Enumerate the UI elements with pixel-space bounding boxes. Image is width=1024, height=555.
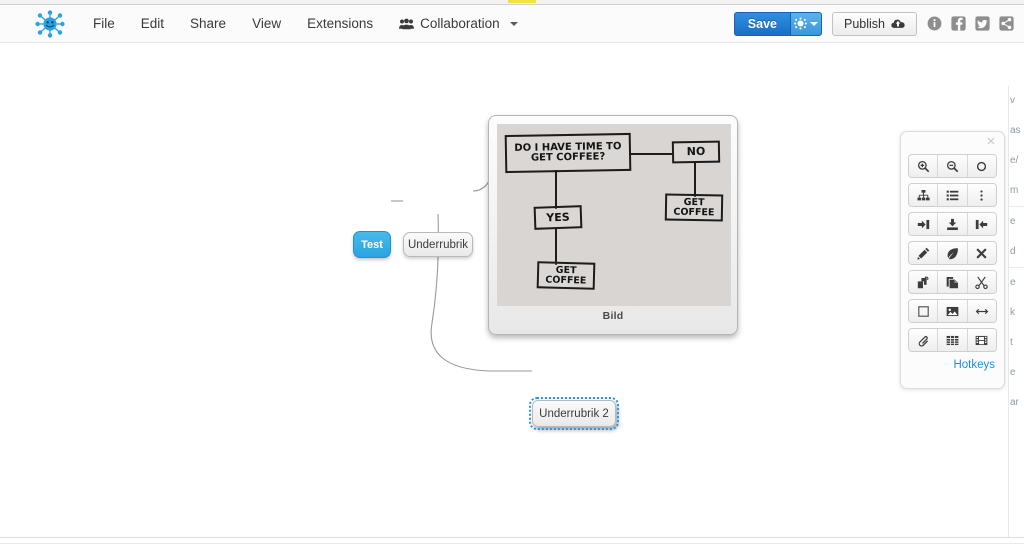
close-icon[interactable]: × [984,134,998,149]
menu-item-view[interactable]: View [239,5,294,43]
mindmap-node-underrubrik-2[interactable]: Underrubrik 2 [529,397,619,430]
flowchart-question-box: DO I HAVE TIME TO GET COFFEE? [504,132,632,174]
save-split-button: Save [733,11,822,36]
app-toolbar: File Edit Share View Extensions Collabor… [0,5,1024,43]
zoom-reset-icon[interactable] [967,155,996,177]
more-options-icon[interactable] [967,184,996,206]
relationship-arrow-icon[interactable] [967,300,996,322]
flowchart-yes-box: YES [533,205,583,230]
attachment-paperclip-icon[interactable] [909,329,939,351]
tool-row-layout [908,183,997,207]
partial-yellow-tab [508,0,536,3]
menu-item-edit[interactable]: Edit [128,5,177,43]
menu-item-collaboration[interactable]: Collaboration [386,5,531,43]
bg-fragment: t [1010,337,1013,348]
bg-fragment: d [1010,246,1016,257]
info-icon[interactable] [927,16,942,31]
menu-item-file[interactable]: File [80,5,128,43]
app-logo[interactable] [28,5,72,43]
zoom-out-icon[interactable] [938,155,968,177]
node-tools-panel: × Hotkeys [900,131,1005,389]
mindmap-canvas[interactable]: Test Underrubrik Underrubrik 2 DO I HAVE… [0,43,1024,537]
paste-icon[interactable] [938,271,968,293]
cut-scissors-icon[interactable] [967,271,996,293]
mindmap-node-underrubrik-2-wrap: Underrubrik 2 [529,397,619,430]
mindmap-node-image[interactable]: DO I HAVE TIME TO GET COFFEE? NO GET COF… [488,115,738,335]
insert-child-icon[interactable] [938,213,968,235]
list-icon[interactable] [938,184,968,206]
bg-fragment: e [1010,216,1016,227]
bg-fragment: e [1010,367,1016,378]
flowchart-yes-result-box: GET COFFEE [536,261,596,290]
tool-row-zoom [908,154,997,178]
flowchart-line-yes-to-coffee [555,228,558,265]
flowchart-yes-label: YES [546,210,570,225]
insert-video-icon[interactable] [967,329,996,351]
mindmap-smiley-logo-icon [35,9,65,38]
leaf-style-icon[interactable] [938,242,968,264]
image-thumbnail: DO I HAVE TIME TO GET COFFEE? NO GET COF… [497,124,731,306]
save-button[interactable]: Save [733,11,790,36]
node-underrubrik-label: Underrubrik [407,238,469,251]
menu-item-collaboration-label: Collaboration [420,15,500,31]
bg-fragment: m [1010,185,1019,196]
bg-fragment: as [1010,125,1021,136]
zoom-in-icon[interactable] [909,155,939,177]
main-menu: File Edit Share View Extensions Collabor… [80,5,531,43]
publish-button[interactable]: Publish [832,11,917,36]
node-underrubrik-2-label: Underrubrik 2 [539,407,609,420]
flowchart-no-box: NO [671,140,721,164]
flowchart-yes-result-label: GET COFFEE [545,264,587,287]
insert-sibling-left-icon[interactable] [967,213,996,235]
tool-rows [901,154,1004,352]
bg-fragment: v [1010,95,1015,106]
share-network-icon[interactable] [999,16,1014,31]
flowchart-no-label: NO [686,145,706,159]
copy-style-icon[interactable] [909,271,939,293]
bottom-status-bar [0,537,1024,555]
cloud-upload-icon [891,19,905,28]
flowchart-line-q-to-yes [555,170,558,209]
bg-fragment: e [1010,277,1016,288]
menu-item-share[interactable]: Share [177,5,239,43]
org-chart-icon[interactable] [909,184,939,206]
flowchart-no-result-box: GET COFFEE [664,193,724,222]
image-node-caption: Bild [602,310,624,322]
flowchart-line-no-to-coffee [694,162,697,197]
mindmap-node-root[interactable]: Test [353,231,391,258]
insert-image-icon[interactable] [938,300,968,322]
publish-button-label: Publish [844,16,885,31]
chevron-down-icon [509,21,518,26]
mindmap-node-underrubrik[interactable]: Underrubrik [403,232,473,257]
flowchart-question-text: DO I HAVE TIME TO GET COFFEE? [514,140,622,164]
social-icons-group [927,16,1018,31]
boundary-icon[interactable] [909,300,939,322]
background-page-fragment: v as e/ m e d e k t e ar [1008,86,1024,537]
tool-row-edit [908,241,997,265]
flowchart-no-result-label: GET COFFEE [673,196,715,218]
flowchart-line-q-to-no [631,153,673,156]
save-options-button[interactable] [790,11,822,36]
tool-row-objects [908,299,997,323]
bg-fragment: e/ [1010,155,1019,166]
bg-fragment: k [1010,307,1015,318]
twitter-icon[interactable] [975,16,990,31]
bg-fragment: ar [1010,397,1019,408]
people-icon [399,18,415,29]
facebook-icon[interactable] [951,16,966,31]
insert-sibling-right-icon[interactable] [909,213,939,235]
pencil-edit-icon[interactable] [909,242,939,264]
delete-icon[interactable] [967,242,996,264]
menu-item-extensions[interactable]: Extensions [294,5,386,43]
tool-row-media [908,328,997,352]
node-root-label: Test [361,238,383,251]
insert-table-icon[interactable] [938,329,968,351]
chevron-down-icon [810,21,818,26]
mindmap-smiley-icon [794,17,807,30]
hotkeys-link[interactable]: Hotkeys [901,357,1004,371]
tool-row-insert [908,212,997,236]
tool-row-clipboard [908,270,997,294]
toolbar-right-group: Save Publish [733,5,1024,43]
